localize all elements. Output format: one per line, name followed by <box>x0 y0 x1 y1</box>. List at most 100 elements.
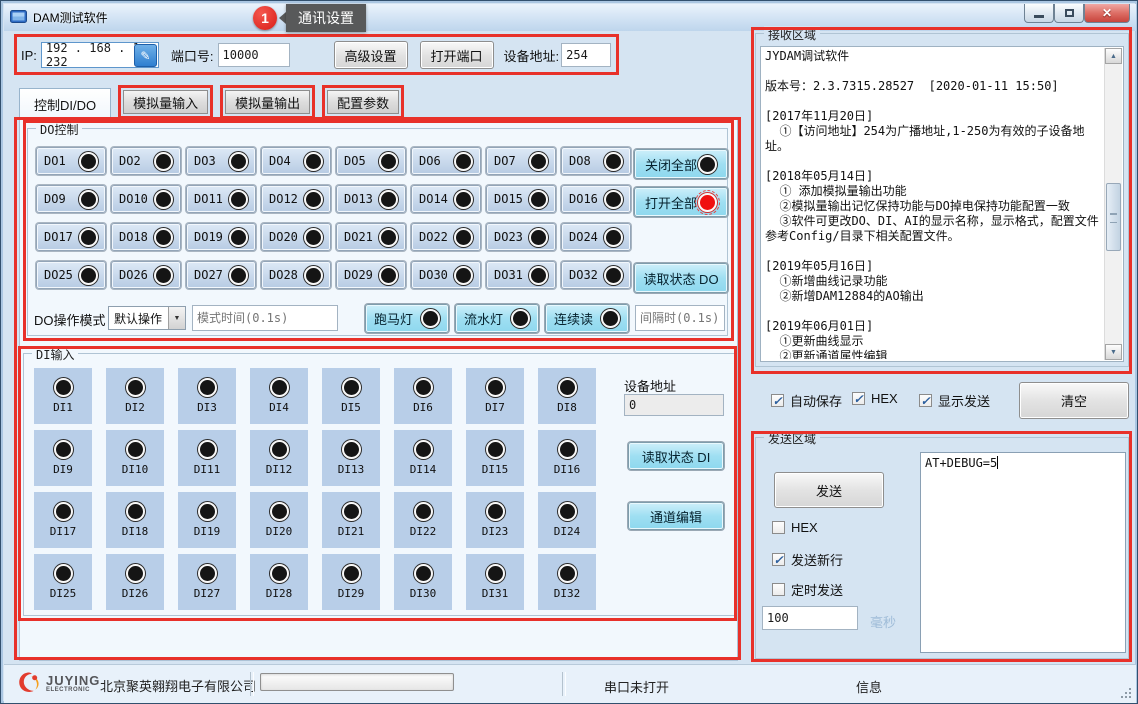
port-input[interactable] <box>218 43 290 67</box>
led-indicator <box>379 266 398 285</box>
led-indicator <box>511 309 530 328</box>
do-channel-button[interactable]: DO23 <box>486 223 556 251</box>
marquee-button[interactable]: 跑马灯 <box>365 304 449 333</box>
led-indicator <box>54 440 73 459</box>
led-indicator <box>414 440 433 459</box>
show-send-checkbox[interactable]: ✓ 显示发送 <box>919 391 990 410</box>
tab-analog-output[interactable]: 模拟量输出 <box>225 90 310 114</box>
interval-time-input[interactable] <box>635 305 725 331</box>
do-channel-button[interactable]: DO2 <box>111 147 181 175</box>
do-channel-button[interactable]: DO22 <box>411 223 481 251</box>
do-channel-button[interactable]: DO16 <box>561 185 631 213</box>
do-channel-button[interactable]: DO30 <box>411 261 481 289</box>
do-channel-button[interactable]: DO8 <box>561 147 631 175</box>
led-indicator <box>421 309 440 328</box>
do-channel-button[interactable]: DO21 <box>336 223 406 251</box>
device-address-input[interactable] <box>561 43 611 67</box>
do-channel-button[interactable]: DO27 <box>186 261 256 289</box>
clear-button[interactable]: 清空 <box>1019 382 1129 419</box>
do-channel-button[interactable]: DO9 <box>36 185 106 213</box>
mode-time-input[interactable] <box>192 305 338 331</box>
tab-label: 控制DI/DO <box>34 95 96 114</box>
send-newline-checkbox[interactable]: ✓ 发送新行 <box>772 550 843 569</box>
flow-light-button[interactable]: 流水灯 <box>455 304 539 333</box>
do-channel-button[interactable]: DO29 <box>336 261 406 289</box>
do-channel-button[interactable]: DO3 <box>186 147 256 175</box>
do-channel-button[interactable]: DO14 <box>411 185 481 213</box>
do-channel-label: DO5 <box>344 154 366 168</box>
di-channel-tile: DI20 <box>250 492 308 548</box>
close-all-label: 关闭全部 <box>645 155 697 174</box>
do-channel-button[interactable]: DO15 <box>486 185 556 213</box>
continuous-read-button[interactable]: 连续读 <box>545 304 629 333</box>
do-channel-label: DO13 <box>344 192 373 206</box>
do-channel-button[interactable]: DO6 <box>411 147 481 175</box>
open-all-button[interactable]: 打开全部 <box>634 187 728 217</box>
timed-send-checkbox[interactable]: 定时发送 <box>772 580 843 599</box>
do-channel-button[interactable]: DO1 <box>36 147 106 175</box>
led-indicator <box>604 228 623 247</box>
do-channel-button[interactable]: DO19 <box>186 223 256 251</box>
resize-grip[interactable] <box>1121 688 1131 698</box>
edit-ip-button[interactable]: ✎ <box>134 44 157 67</box>
do-channel-button[interactable]: DO4 <box>261 147 331 175</box>
do-channel-label: DO24 <box>569 230 598 244</box>
di-channel-label: DI3 <box>197 401 217 414</box>
do-channel-button[interactable]: DO32 <box>561 261 631 289</box>
do-channel-button[interactable]: DO7 <box>486 147 556 175</box>
di-channel-tile: DI22 <box>394 492 452 548</box>
receive-scrollbar[interactable]: ▲ ▼ <box>1104 48 1122 360</box>
send-hex-checkbox[interactable]: HEX <box>772 520 818 535</box>
maximize-button[interactable] <box>1054 4 1084 23</box>
send-interval-input[interactable] <box>762 606 858 630</box>
receive-log[interactable]: JYDAM调试软件 版本号：2.3.7315.28527 [2020-01-11… <box>760 46 1124 362</box>
scrollbar-thumb[interactable] <box>1106 183 1121 251</box>
scroll-down-button[interactable]: ▼ <box>1105 344 1122 360</box>
channel-edit-button[interactable]: 通道编辑 <box>628 502 724 530</box>
tab-analog-input[interactable]: 模拟量输入 <box>123 90 208 114</box>
minimize-button[interactable] <box>1024 4 1054 23</box>
di-channel-label: DI8 <box>557 401 577 414</box>
send-newline-label: 发送新行 <box>791 550 843 569</box>
di-channel-label: DI1 <box>53 401 73 414</box>
di-device-address-input[interactable] <box>624 394 724 416</box>
do-channel-button[interactable]: DO13 <box>336 185 406 213</box>
do-channel-button[interactable]: DO28 <box>261 261 331 289</box>
do-channel-button[interactable]: DO26 <box>111 261 181 289</box>
close-all-button[interactable]: 关闭全部 <box>634 149 728 179</box>
scroll-up-button[interactable]: ▲ <box>1105 48 1122 64</box>
di-channel-label: DI21 <box>338 525 365 538</box>
do-channel-button[interactable]: DO18 <box>111 223 181 251</box>
do-channel-button[interactable]: DO17 <box>36 223 106 251</box>
do-channel-button[interactable]: DO10 <box>111 185 181 213</box>
advanced-settings-button[interactable]: 高级设置 <box>334 41 408 69</box>
tab-control-dido[interactable]: 控制DI/DO <box>19 88 111 119</box>
tab-config-params[interactable]: 配置参数 <box>327 90 399 114</box>
do-channel-button[interactable]: DO25 <box>36 261 106 289</box>
checkbox-unchecked-icon <box>772 583 785 596</box>
read-di-status-button[interactable]: 读取状态 DI <box>628 442 724 470</box>
autosave-checkbox[interactable]: ✓ 自动保存 <box>771 391 842 410</box>
receive-hex-checkbox[interactable]: ✓ HEX <box>852 391 898 406</box>
send-button[interactable]: 发送 <box>774 472 884 508</box>
read-do-status-button[interactable]: 读取状态 DO <box>634 263 728 293</box>
do-channel-button[interactable]: DO31 <box>486 261 556 289</box>
do-channel-button[interactable]: DO20 <box>261 223 331 251</box>
logo-line2: ELECTRONIC <box>46 687 100 693</box>
serial-status-text: 串口未打开 <box>604 677 669 696</box>
do-channel-button[interactable]: DO5 <box>336 147 406 175</box>
do-mode-select[interactable]: 默认操作 ▼ <box>108 306 186 330</box>
do-channel-label: DO27 <box>194 268 223 282</box>
close-button[interactable]: ✕ <box>1084 4 1130 23</box>
titlebar[interactable]: DAM测试软件 ✕ <box>4 4 1136 31</box>
di-device-address-label: 设备地址 <box>624 376 676 395</box>
send-textarea[interactable]: AT+DEBUG=5 <box>920 452 1126 653</box>
led-indicator <box>698 155 717 174</box>
do-channel-button[interactable]: DO24 <box>561 223 631 251</box>
di-channel-tile: DI31 <box>466 554 524 610</box>
do-channel-button[interactable]: DO12 <box>261 185 331 213</box>
open-port-button[interactable]: 打开端口 <box>420 41 494 69</box>
do-channel-button[interactable]: DO11 <box>186 185 256 213</box>
ip-input[interactable]: 192 . 168 . 1 . 232 ✎ <box>41 42 159 68</box>
do-channel-label: DO8 <box>569 154 591 168</box>
